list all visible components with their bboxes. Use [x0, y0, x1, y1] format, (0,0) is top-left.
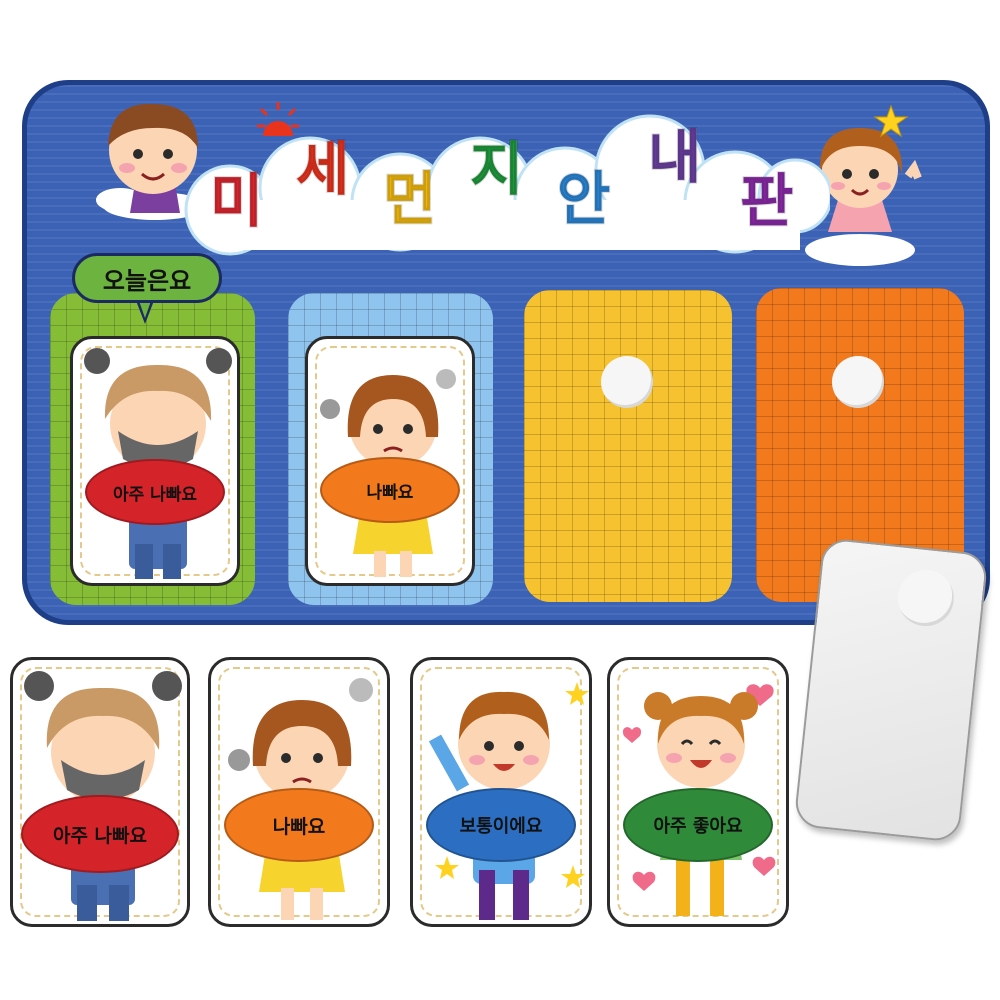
status-oval: 아주 나빠요	[21, 795, 179, 873]
title-letter-6: 내	[647, 123, 702, 191]
title-letter-4: 지	[469, 135, 524, 203]
title-letter-2: 세	[295, 135, 350, 203]
status-label: 아주 좋아요	[653, 816, 743, 837]
status-oval: 아주 좋아요	[623, 788, 773, 862]
title-letter-1: 미	[209, 167, 264, 235]
status-label: 아주 나빠요	[112, 484, 198, 505]
status-label: 나빠요	[272, 815, 326, 838]
card-bad[interactable]: 나빠요	[208, 657, 390, 927]
today-label: 오늘은요	[102, 266, 192, 295]
card-normal[interactable]: 보통이에요	[410, 657, 592, 927]
title-letter-3: 먼	[382, 165, 437, 233]
status-label: 보통이에요	[459, 816, 543, 837]
star-icon	[874, 104, 908, 138]
magnet-pin	[895, 567, 957, 629]
today-bubble: 오늘은요	[72, 253, 222, 303]
masked-kid-illustration	[24, 671, 182, 921]
board-card-very-bad[interactable]: 아주 나빠요	[70, 336, 240, 586]
magnet-pin	[601, 356, 653, 408]
title-letter-5: 안	[556, 165, 611, 233]
status-oval: 보통이에요	[426, 788, 576, 862]
title-letter-7: 판	[739, 167, 794, 235]
status-oval: 아주 나빠요	[85, 459, 225, 525]
status-label: 아주 나빠요	[52, 824, 147, 847]
card-very-good[interactable]: 아주 좋아요	[607, 657, 789, 927]
board-card-bad[interactable]: 나빠요	[305, 336, 475, 586]
card-very-bad[interactable]: 아주 나빠요	[10, 657, 190, 927]
status-oval: 나빠요	[224, 788, 374, 862]
status-label: 나빠요	[366, 482, 414, 503]
magnet-pin	[832, 356, 884, 408]
status-oval: 나빠요	[320, 457, 460, 523]
slot-normal[interactable]	[524, 290, 732, 602]
blank-magnet-sheet[interactable]	[793, 537, 989, 843]
